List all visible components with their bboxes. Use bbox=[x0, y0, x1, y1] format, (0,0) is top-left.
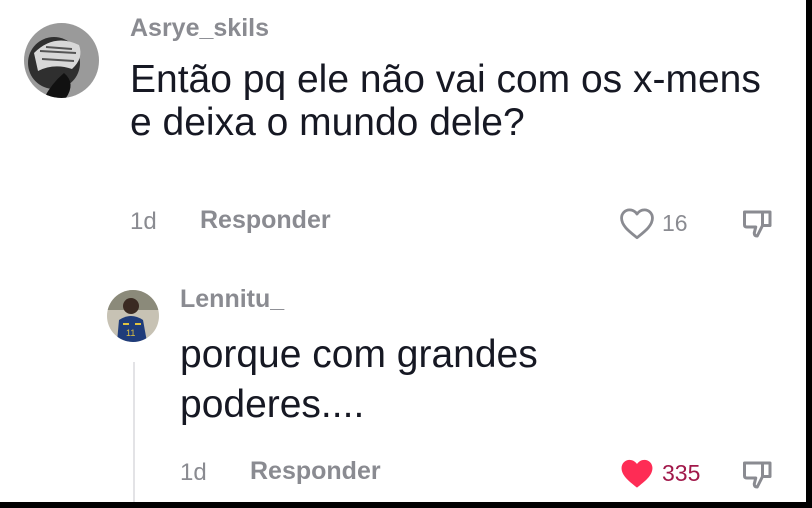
avatar[interactable] bbox=[24, 23, 99, 98]
reply-button[interactable]: Responder bbox=[250, 457, 381, 486]
comment-text: Então pq ele não vai com os x-mens e dei… bbox=[130, 58, 761, 144]
dislike-button[interactable] bbox=[740, 457, 776, 493]
reply-item: 11 Lennitu_ porque com grandes poderes..… bbox=[0, 270, 806, 502]
thumbs-down-icon bbox=[743, 210, 772, 238]
like-count: 16 bbox=[662, 210, 688, 236]
like-button[interactable] bbox=[618, 456, 656, 490]
like-count: 335 bbox=[662, 460, 701, 486]
comment-item: Asrye_skils Então pq ele não vai com os … bbox=[0, 0, 806, 260]
reply-button[interactable]: Responder bbox=[200, 206, 331, 235]
thumbs-down-icon bbox=[743, 461, 772, 489]
dislike-button[interactable] bbox=[740, 206, 776, 242]
comment-username[interactable]: Asrye_skils bbox=[130, 14, 269, 43]
svg-text:11: 11 bbox=[126, 328, 135, 338]
like-button[interactable] bbox=[618, 206, 656, 240]
heart-outline-icon bbox=[620, 208, 654, 240]
reply-text: porque com grandes poderes.... bbox=[180, 333, 538, 426]
comments-screen: Asrye_skils Então pq ele não vai com os … bbox=[0, 0, 806, 502]
avatar[interactable]: 11 bbox=[107, 290, 159, 342]
reply-username[interactable]: Lennitu_ bbox=[180, 285, 284, 314]
heart-filled-icon bbox=[621, 459, 653, 488]
comment-timestamp: 1d bbox=[130, 208, 157, 235]
reply-timestamp: 1d bbox=[180, 459, 207, 486]
